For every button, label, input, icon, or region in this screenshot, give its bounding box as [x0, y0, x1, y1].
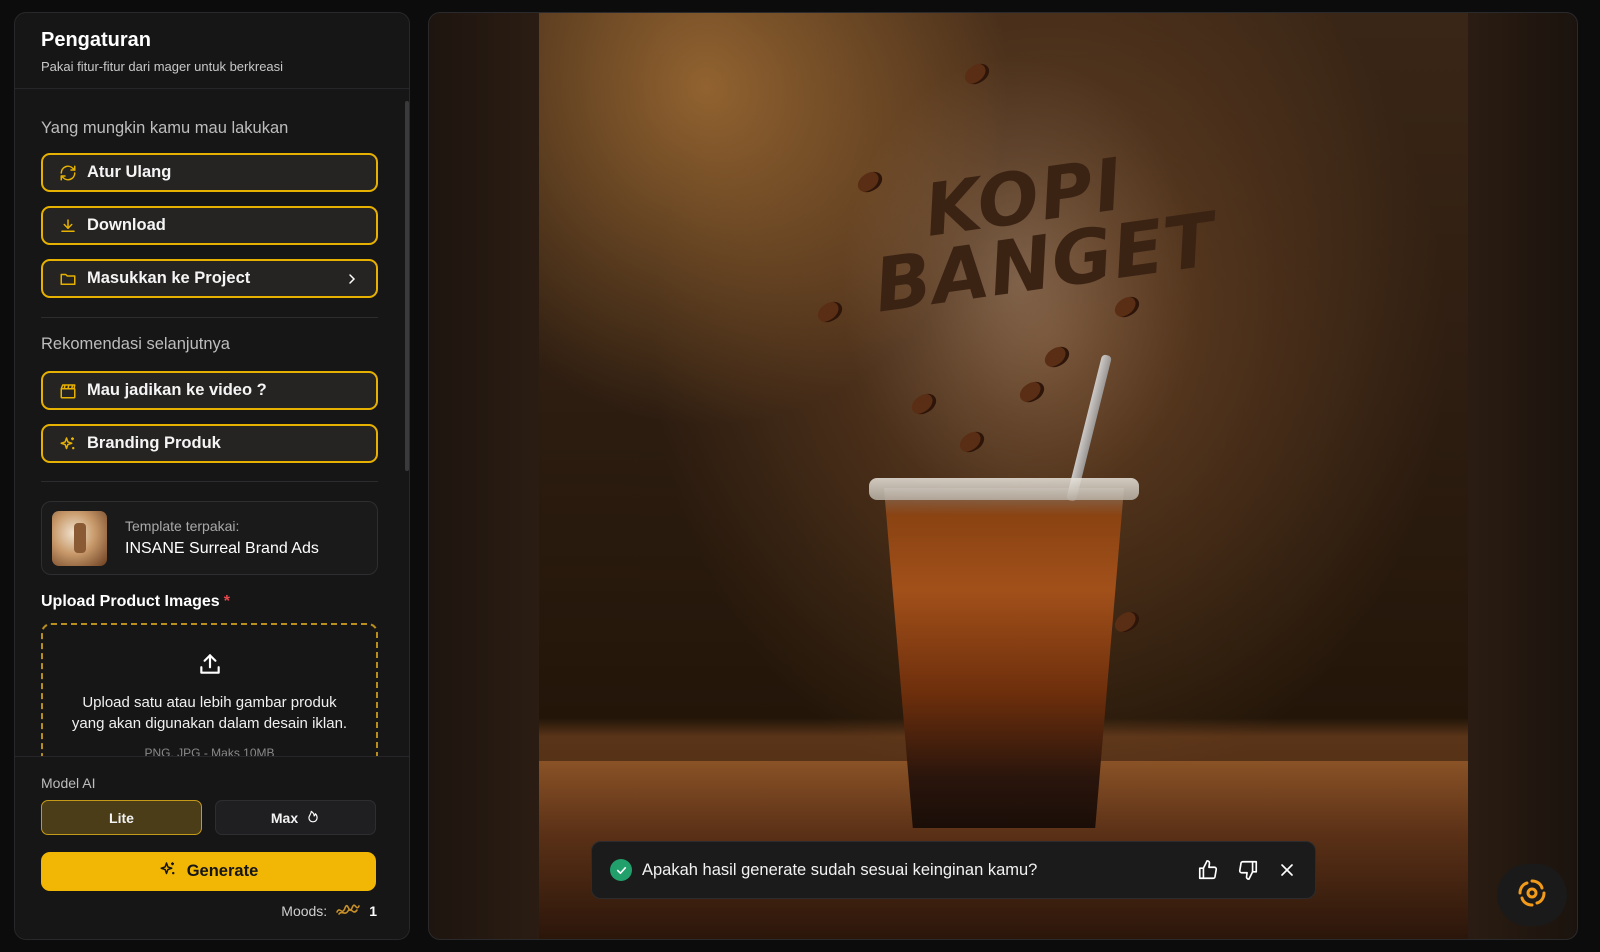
reset-button[interactable]: Atur Ulang — [41, 153, 378, 192]
image-preview-panel: KOPI BANGET Apakah hasil generate sudah … — [428, 12, 1578, 940]
sparkles-icon — [159, 860, 177, 883]
feedback-actions — [1197, 859, 1297, 881]
coffee-bean — [1111, 607, 1143, 637]
upload-title-text: Upload Product Images — [41, 593, 220, 610]
settings-sidebar: Pengaturan Pakai fitur-fitur dari mager … — [14, 12, 410, 940]
download-icon — [59, 217, 77, 235]
product-branding-label: Branding Produk — [87, 434, 221, 452]
model-lite-label: Lite — [109, 809, 134, 826]
moods-indicator: Moods: 1 — [281, 900, 377, 921]
required-mark: * — [223, 593, 230, 610]
sidebar-title: Pengaturan — [41, 29, 152, 51]
used-template-card[interactable]: Template terpakai: INSANE Surreal Brand … — [41, 501, 378, 575]
template-name: INSANE Surreal Brand Ads — [125, 540, 319, 557]
app-root: Pengaturan Pakai fitur-fitur dari mager … — [0, 0, 1600, 952]
upload-icon — [197, 651, 223, 682]
assistant-fab-button[interactable] — [1497, 864, 1567, 926]
product-branding-button[interactable]: Branding Produk — [41, 424, 378, 463]
add-to-project-label: Masukkan ke Project — [87, 269, 251, 287]
chevron-right-icon — [344, 271, 360, 287]
actions-section-label: Yang mungkin kamu mau lakukan — [41, 119, 289, 137]
upload-title: Upload Product Images * — [41, 593, 230, 611]
reset-button-label: Atur Ulang — [87, 163, 172, 181]
divider — [41, 481, 378, 482]
mood-wave-icon — [335, 900, 361, 921]
upload-description: Upload satu atau lebih gambar produk yan… — [71, 694, 348, 732]
make-video-button[interactable]: Mau jadikan ke video ? — [41, 371, 378, 410]
close-icon[interactable] — [1277, 860, 1297, 880]
clapperboard-icon — [59, 382, 77, 400]
thumbs-down-icon[interactable] — [1237, 859, 1259, 881]
feedback-bar: Apakah hasil generate sudah sesuai keing… — [591, 841, 1316, 899]
sidebar-footer: Model AI Lite Max Generate Moods: 1 — [15, 756, 409, 939]
artwork-cup-lid — [869, 478, 1139, 500]
sidebar-scroll-area[interactable]: Yang mungkin kamu mau lakukan Atur Ulang… — [15, 89, 409, 773]
moods-count: 1 — [369, 902, 377, 919]
generate-button[interactable]: Generate — [41, 852, 376, 891]
sidebar-header: Pengaturan Pakai fitur-fitur dari mager … — [15, 13, 409, 89]
add-to-project-button[interactable]: Masukkan ke Project — [41, 259, 378, 298]
download-button-label: Download — [87, 216, 166, 234]
sparkles-icon — [59, 435, 77, 453]
refresh-icon — [59, 164, 77, 182]
feedback-question: Apakah hasil generate sudah sesuai keing… — [642, 860, 1038, 879]
folder-icon — [59, 270, 77, 288]
template-thumbnail — [52, 510, 107, 566]
swirl-logo-icon — [1514, 875, 1550, 916]
artwork-cup — [884, 488, 1124, 828]
upload-dropzone[interactable]: Upload satu atau lebih gambar produk yan… — [41, 623, 378, 773]
download-button[interactable]: Download — [41, 206, 378, 245]
generated-image[interactable]: KOPI BANGET — [539, 13, 1468, 939]
sidebar-scrollbar[interactable] — [405, 101, 409, 471]
model-max-button[interactable]: Max — [215, 800, 376, 835]
model-max-label: Max — [270, 809, 299, 826]
generate-label: Generate — [186, 862, 259, 880]
make-video-label: Mau jadikan ke video ? — [87, 381, 267, 399]
recommendations-section-label: Rekomendasi selanjutnya — [41, 335, 230, 353]
flame-icon — [306, 808, 320, 827]
model-lite-button[interactable]: Lite — [41, 800, 202, 835]
thumbs-up-icon[interactable] — [1197, 859, 1219, 881]
divider — [41, 317, 378, 318]
sidebar-subtitle: Pakai fitur-fitur dari mager untuk berkr… — [41, 59, 284, 74]
moods-label: Moods: — [281, 902, 328, 919]
model-label: Model AI — [41, 775, 96, 791]
template-label: Template terpakai: — [125, 518, 240, 534]
check-circle-icon — [610, 859, 632, 881]
